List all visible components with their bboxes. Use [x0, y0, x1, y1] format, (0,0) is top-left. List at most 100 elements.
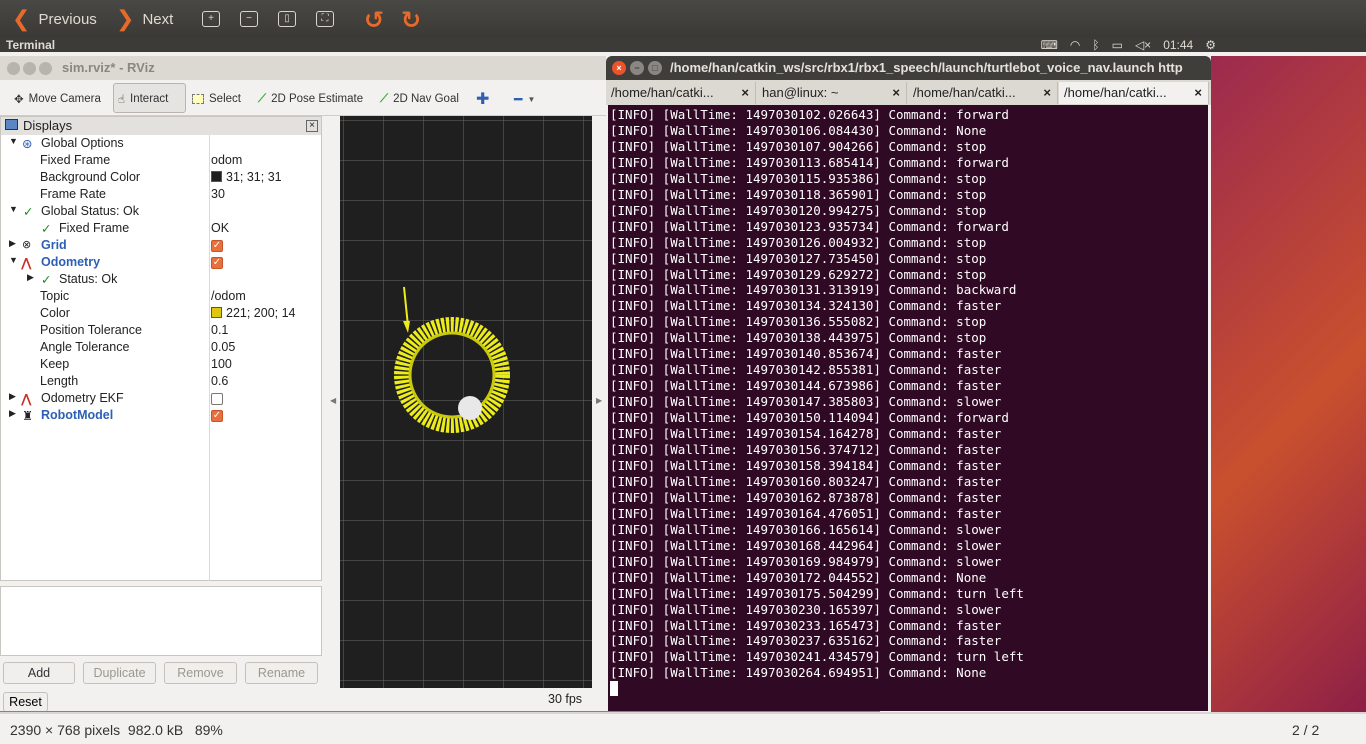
close-tab-icon[interactable]: × — [741, 82, 749, 103]
tree-value[interactable]: 0.1 — [211, 323, 228, 337]
monitor-icon — [5, 119, 18, 130]
select-tool[interactable]: Select — [192, 87, 241, 111]
terminal-output[interactable]: [INFO] [WallTime: 1497030102.026643] Com… — [608, 105, 1208, 711]
tree-global-status[interactable]: ▼ ✓ Global Status: Ok — [1, 204, 321, 221]
maximize-icon[interactable] — [39, 62, 52, 75]
maximize-icon[interactable]: □ — [648, 61, 662, 75]
tree-odometry-status[interactable]: ▶ ✓ Status: Ok — [1, 272, 321, 289]
add-tool-plus-icon[interactable]: ✚ — [476, 87, 489, 111]
tree-odometry-ekf[interactable]: ▶ ⋀ Odometry EKF — [1, 391, 321, 408]
previous-label: Previous — [38, 10, 97, 28]
fit-page-icon[interactable]: ▯ — [278, 11, 296, 27]
tree-grid[interactable]: ▶ ⊗ Grid ✓ — [1, 238, 321, 255]
tree-robot-model[interactable]: ▶ ♜ RobotModel ✓ — [1, 408, 321, 425]
terminal-line: [INFO] [WallTime: 1497030168.442964] Com… — [610, 537, 1002, 553]
interact-tool[interactable]: ☝ Interact — [118, 87, 168, 111]
tree-angle-tolerance[interactable]: Angle Tolerance 0.05 — [1, 340, 321, 357]
tree-global-options[interactable]: ▼ ⊛ Global Options — [1, 136, 321, 153]
odometry-ekf-checkbox[interactable] — [211, 392, 223, 405]
battery-icon[interactable]: ▭ — [1112, 38, 1123, 52]
tool-label: Select — [209, 93, 241, 105]
bluetooth-icon[interactable]: ᛒ — [1092, 38, 1099, 52]
close-tab-icon[interactable]: × — [1043, 82, 1051, 103]
rotate-left-icon[interactable]: ↺ — [364, 6, 384, 35]
collapse-left-icon[interactable]: ◀ — [330, 396, 336, 405]
tab-1[interactable]: /home/han/catki... × — [606, 82, 756, 104]
grid-checkbox[interactable]: ✓ — [211, 239, 223, 252]
zoom-in-icon[interactable]: + — [202, 11, 220, 27]
previous-button[interactable]: ❮ Previous — [12, 6, 97, 32]
close-panel-icon[interactable]: × — [306, 120, 318, 132]
gear-icon[interactable]: ⚙ — [1205, 38, 1216, 52]
tree-label: Keep — [40, 357, 70, 371]
terminal-line: [INFO] [WallTime: 1497030162.873878] Com… — [610, 489, 1002, 505]
tree-fixed-frame[interactable]: Fixed Frame odom — [1, 153, 321, 170]
clock[interactable]: 01:44 — [1163, 38, 1193, 52]
tree-frame-rate[interactable]: Frame Rate 30 — [1, 187, 321, 204]
tree-value[interactable]: 100 — [211, 357, 232, 371]
keyboard-icon[interactable]: ⌨ — [1041, 38, 1058, 52]
move-camera-tool[interactable]: ✥ Move Camera — [14, 87, 101, 111]
grid-icon: ⊗ — [22, 239, 32, 251]
minimize-icon[interactable] — [23, 62, 36, 75]
tool-label: 2D Pose Estimate — [271, 93, 364, 105]
add-button[interactable]: Add — [3, 662, 75, 684]
reset-button[interactable]: Reset — [3, 692, 48, 712]
render-view[interactable] — [340, 116, 592, 688]
tree-value[interactable]: 221; 200; 14 — [211, 306, 296, 320]
tree-topic[interactable]: Topic/odom — [1, 289, 321, 306]
tree-label: Fixed Frame — [59, 221, 130, 235]
description-panel — [0, 586, 322, 656]
tree-value[interactable]: 30 — [211, 187, 225, 201]
nav-goal-tool[interactable]: ⟋ 2D Nav Goal — [380, 87, 459, 111]
tree-length[interactable]: Length 0.6 — [1, 374, 321, 391]
terminal-line: [INFO] [WallTime: 1497030230.165397] Com… — [610, 601, 1002, 617]
close-icon[interactable]: × — [612, 61, 626, 75]
tree-background-color[interactable]: Background Color 31; 31; 31 — [1, 170, 321, 187]
rotate-right-icon[interactable]: ↻ — [401, 6, 421, 35]
volume-icon[interactable]: ◁× — [1135, 38, 1151, 52]
remove-button[interactable]: Remove — [164, 662, 237, 684]
color-value: 31; 31; 31 — [226, 170, 282, 184]
tree-value[interactable]: /odom — [211, 289, 246, 303]
close-tab-icon[interactable]: × — [1194, 82, 1202, 103]
tree-odometry[interactable]: ▼ ⋀ Odometry ✓ — [1, 255, 321, 272]
pose-estimate-tool[interactable]: ⟋ 2D Pose Estimate — [258, 87, 363, 111]
tree-keep[interactable]: Keep 100 — [1, 357, 321, 374]
tree-color[interactable]: Color 221; 200; 14 — [1, 306, 321, 323]
rename-button[interactable]: Rename — [245, 662, 318, 684]
tree-value[interactable]: 0.05 — [211, 340, 235, 354]
odometry-checkbox[interactable]: ✓ — [211, 256, 223, 269]
robot-model-checkbox[interactable]: ✓ — [211, 409, 223, 422]
tab-3[interactable]: /home/han/catki... × — [908, 82, 1058, 104]
minimize-icon[interactable]: − — [630, 61, 644, 75]
terminal-tabs: /home/han/catki... × han@linux: ~ × /home/… — [606, 80, 1211, 105]
tree-value[interactable]: 31; 31; 31 — [211, 170, 282, 184]
remove-tool-minus-icon[interactable]: ━ ▼ — [514, 87, 535, 111]
tree-value[interactable]: 0.6 — [211, 374, 228, 388]
rviz-titlebar: sim.rviz* - RViz — [0, 56, 606, 80]
close-tab-icon[interactable]: × — [892, 82, 900, 103]
zoom-out-icon[interactable]: − — [240, 11, 258, 27]
terminal-line: [INFO] [WallTime: 1497030233.165473] Com… — [610, 617, 1002, 633]
move-camera-icon: ✥ — [14, 94, 24, 106]
collapse-right-icon[interactable]: ▶ — [596, 396, 602, 405]
next-button[interactable]: ❯ Next — [116, 6, 173, 32]
page-counter: 2 / 2 — [1292, 722, 1320, 738]
tab-2[interactable]: han@linux: ~ × — [757, 82, 907, 104]
tree-value[interactable]: odom — [211, 153, 242, 167]
terminal-line: [INFO] [WallTime: 1497030120.994275] Com… — [610, 202, 987, 218]
terminal-line: [INFO] [WallTime: 1497030102.026643] Com… — [610, 107, 1009, 122]
tree-status-fixed-frame[interactable]: ✓ Fixed Frame OK — [1, 221, 321, 238]
desktop-wallpaper — [1211, 56, 1366, 712]
tree-position-tolerance[interactable]: Position Tolerance 0.1 — [1, 323, 321, 340]
duplicate-button[interactable]: Duplicate — [83, 662, 156, 684]
fit-width-icon[interactable]: ⛶ — [316, 11, 334, 27]
chevron-left-icon: ❮ — [12, 6, 31, 31]
tab-label: /home/han/catki... — [1064, 85, 1167, 100]
color-swatch — [211, 307, 222, 318]
close-icon[interactable] — [7, 62, 20, 75]
terminal-line: [INFO] [WallTime: 1497030156.374712] Com… — [610, 442, 1002, 458]
wifi-icon[interactable]: ◠ — [1070, 38, 1080, 52]
tab-4-active[interactable]: /home/han/catki... × — [1059, 82, 1209, 104]
